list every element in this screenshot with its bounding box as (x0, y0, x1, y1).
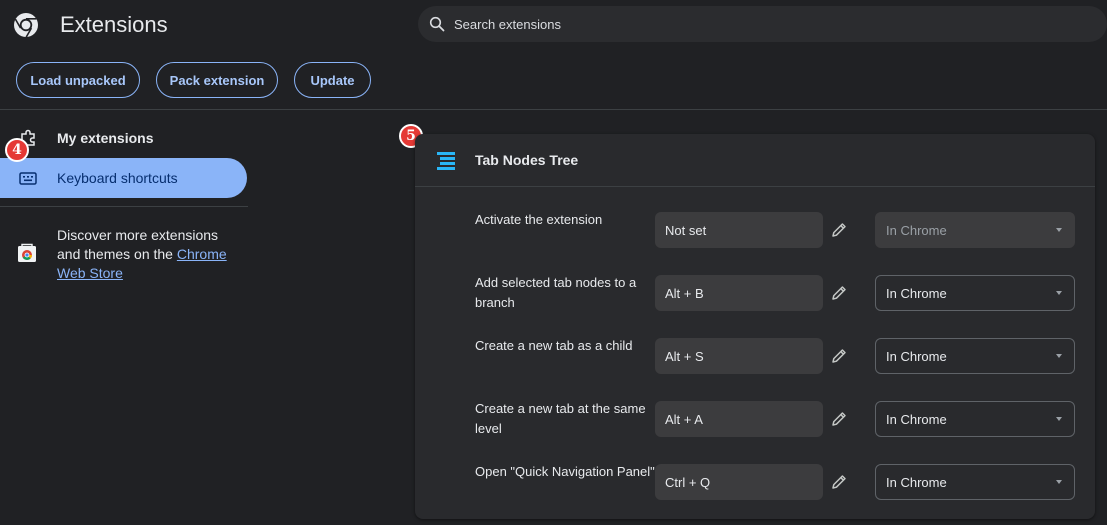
shortcut-row: Create a new tab as a child Alt + S In Chr… (415, 338, 1095, 374)
shortcut-input[interactable]: Alt + S (655, 338, 823, 374)
edit-pencil-icon[interactable] (829, 283, 849, 303)
annotation-badge-4: 4 (5, 138, 29, 162)
update-button[interactable]: Update (294, 62, 371, 98)
chevron-down-icon (1056, 417, 1062, 421)
chevron-down-icon (1056, 480, 1062, 484)
extension-shortcuts-card: Tab Nodes Tree Activate the extension Not… (415, 134, 1095, 519)
page-header: Extensions Load unpacked Pack extension … (0, 0, 1107, 110)
tab-nodes-tree-icon (437, 152, 455, 170)
scope-select-value: In Chrome (886, 411, 947, 427)
chevron-down-icon (1056, 291, 1062, 295)
discover-text: Discover more extensions and themes on t… (57, 226, 242, 283)
search-input[interactable] (452, 15, 1052, 33)
sidebar-item-my-extensions[interactable]: My extensions (0, 118, 247, 158)
scope-select-value: In Chrome (886, 474, 947, 490)
chevron-down-icon (1056, 354, 1062, 358)
shortcut-input[interactable]: Ctrl + Q (655, 464, 823, 500)
shortcut-label: Open "Quick Navigation Panel" (475, 464, 655, 479)
sidebar-item-keyboard-shortcuts[interactable]: Keyboard shortcuts (0, 158, 247, 198)
load-unpacked-button[interactable]: Load unpacked (16, 62, 140, 98)
shortcut-input[interactable]: Alt + B (655, 275, 823, 311)
shortcut-label: Create a new tab at the same level (475, 401, 646, 436)
edit-pencil-icon[interactable] (829, 472, 849, 492)
scope-select[interactable]: In Chrome (875, 401, 1075, 437)
sidebar: My extensions Keyboard shortcuts Discove… (0, 111, 260, 525)
sidebar-item-label: My extensions (57, 130, 154, 146)
scope-select[interactable]: In Chrome (875, 464, 1075, 500)
shortcut-row: Add selected tab nodes to a branch Alt + … (415, 275, 1095, 311)
edit-pencil-icon[interactable] (829, 409, 849, 429)
shortcut-row: Create a new tab at the same level Alt + … (415, 401, 1095, 437)
scope-select-value: In Chrome (886, 222, 947, 238)
shortcut-row: Activate the extension Not set In Chrome (415, 212, 1095, 248)
keyboard-icon (19, 172, 37, 185)
scope-select[interactable]: In Chrome (875, 338, 1075, 374)
shortcut-label: Activate the extension (475, 212, 603, 227)
sidebar-item-label: Keyboard shortcuts (57, 170, 178, 186)
shortcut-label: Add selected tab nodes to a branch (475, 275, 637, 310)
scope-select-value: In Chrome (886, 348, 947, 364)
page-title: Extensions (60, 12, 168, 37)
scope-select[interactable]: In Chrome (875, 275, 1075, 311)
sidebar-divider (0, 206, 248, 207)
pack-extension-button[interactable]: Pack extension (156, 62, 278, 98)
scope-select-value: In Chrome (886, 285, 947, 301)
extension-name: Tab Nodes Tree (475, 152, 579, 168)
card-header: Tab Nodes Tree (415, 134, 1095, 187)
chrome-logo-icon (14, 13, 38, 38)
shortcut-input[interactable]: Alt + A (655, 401, 823, 437)
shortcut-label: Create a new tab as a child (475, 338, 633, 353)
web-store-icon (18, 243, 36, 262)
scope-select: In Chrome (875, 212, 1075, 248)
shortcut-row: Open "Quick Navigation Panel" Ctrl + Q In … (415, 464, 1095, 500)
edit-pencil-icon[interactable] (829, 220, 849, 240)
search-bar[interactable] (418, 6, 1107, 42)
search-icon (429, 16, 445, 32)
edit-pencil-icon[interactable] (829, 346, 849, 366)
shortcut-input[interactable]: Not set (655, 212, 823, 248)
chevron-down-icon (1056, 228, 1062, 232)
